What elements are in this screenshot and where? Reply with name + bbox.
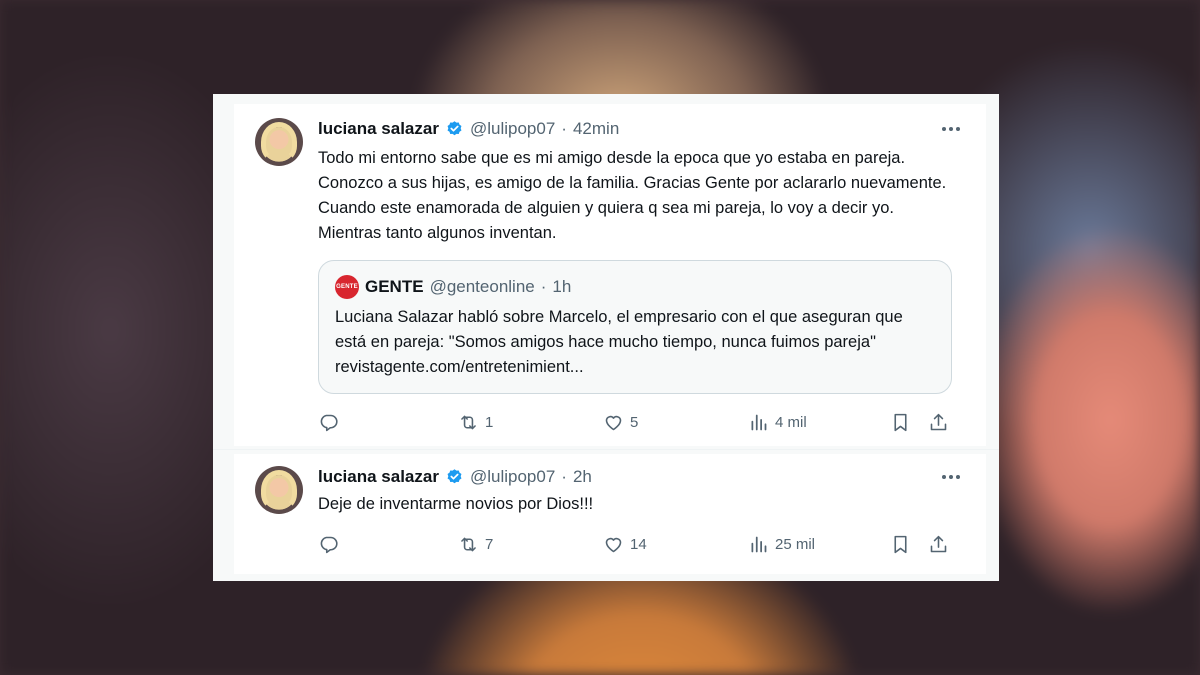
quoted-tweet-text: Luciana Salazar habló sobre Marcelo, el … [335,308,903,376]
quoted-tweet[interactable]: GENTE GENTE @genteonline · 1h Luciana Sa… [318,260,952,394]
tweet-timeline-card: luciana salazar @lulipop07 · 42min Todo … [213,94,999,581]
share-icon [930,413,947,430]
author-name[interactable]: luciana salazar [318,119,439,139]
like-count: 14 [630,535,647,553]
bookmark-button[interactable] [890,531,911,557]
like-icon [605,537,622,552]
tweet-actions: 7 14 25 mil [318,531,968,557]
quoted-tweet-header: GENTE GENTE @genteonline · 1h [335,275,571,299]
reply-button[interactable] [318,531,345,557]
tweet-2[interactable]: luciana salazar @lulipop07 · 2h Deje de … [234,454,986,574]
tweet-actions: 1 5 4 mil [318,409,968,435]
avatar[interactable] [255,466,303,514]
tweet-text: Deje de inventarme novios por Dios!!! [318,495,594,513]
quoted-author-handle: @genteonline [429,277,535,296]
views-button[interactable]: 4 mil [748,409,807,435]
bookmark-button[interactable] [890,409,911,435]
views-icon [751,414,767,430]
quoted-tweet-time: 1h [552,277,572,296]
like-count: 5 [630,413,639,431]
author-handle[interactable]: @lulipop07 [470,119,555,139]
retweet-count: 1 [485,413,494,431]
reply-button[interactable] [318,409,345,435]
tweet-time[interactable]: 2h [573,467,592,487]
bookmark-icon [894,413,907,431]
divider [213,449,999,450]
author-handle[interactable]: @lulipop07 [470,467,555,487]
separator-dot: · [561,467,567,486]
verified-badge-icon [447,120,462,135]
like-button[interactable]: 5 [603,409,638,435]
reply-icon [320,414,338,431]
share-icon [930,535,947,552]
tweet-time[interactable]: 42min [573,119,619,139]
more-icon[interactable] [942,465,960,489]
retweet-icon [461,537,476,551]
views-button[interactable]: 25 mil [748,531,815,557]
views-icon [751,536,767,552]
tweet-header: luciana salazar @lulipop07 · 42min [318,117,619,141]
tweet-header: luciana salazar @lulipop07 · 2h [318,465,592,489]
views-count: 4 mil [775,413,807,431]
retweet-count: 7 [485,535,494,553]
more-icon[interactable] [942,117,960,141]
tweet-text: Todo mi entorno sabe que es mi amigo des… [318,149,947,242]
share-button[interactable] [928,531,949,557]
separator-dot: · [561,119,567,138]
retweet-button[interactable]: 1 [458,409,493,435]
share-button[interactable] [928,409,949,435]
verified-badge-icon [447,468,462,483]
gente-logo: GENTE [335,275,359,299]
like-button[interactable]: 14 [603,531,647,557]
avatar[interactable] [255,118,303,166]
bookmark-icon [894,535,907,553]
like-icon [605,415,622,430]
quoted-author-name: GENTE [365,277,424,296]
author-name[interactable]: luciana salazar [318,467,439,487]
retweet-button[interactable]: 7 [458,531,493,557]
views-count: 25 mil [775,535,816,553]
tweet-1[interactable]: luciana salazar @lulipop07 · 42min Todo … [234,104,986,446]
separator-dot: · [540,277,547,296]
reply-icon [320,536,338,553]
retweet-icon [461,415,476,429]
